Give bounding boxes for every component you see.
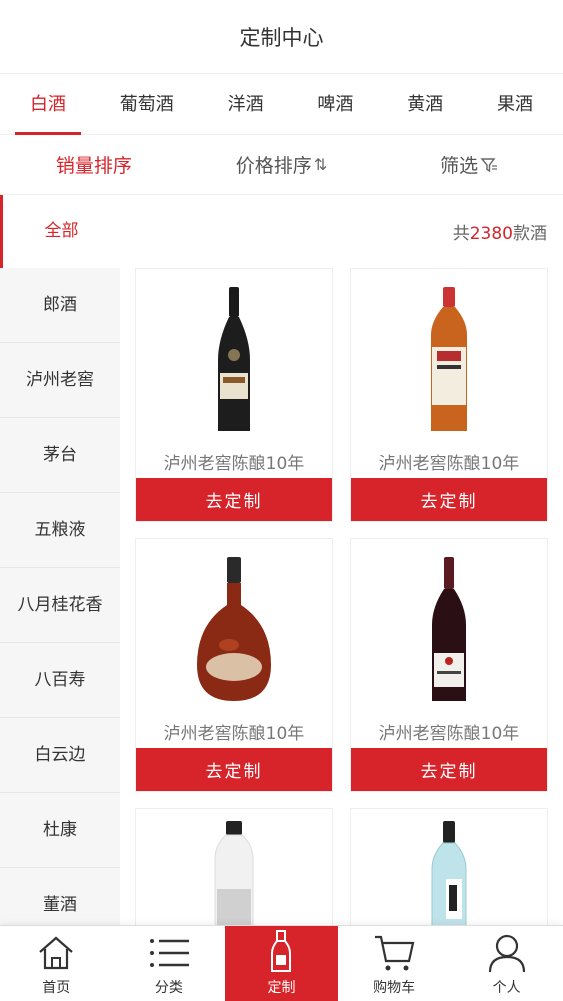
- sort-bar: 销量排序 价格排序 ⇅ 筛选: [0, 135, 563, 195]
- sidebar-item-baiyunbian[interactable]: 白云边: [0, 718, 120, 793]
- product-count: 共2380款酒: [453, 219, 563, 244]
- app-root: 定制中心 白酒 葡萄酒 洋酒 啤酒 黄酒 果酒 销量排序 价格排序 ⇅ 筛选 全…: [0, 0, 563, 1001]
- sort-sales-label: 销量排序: [55, 155, 132, 177]
- customize-button[interactable]: 去定制: [136, 748, 332, 791]
- product-image: [351, 539, 547, 709]
- tab-home[interactable]: 首页: [0, 926, 113, 1001]
- tab-cart[interactable]: 购物车: [338, 926, 451, 1001]
- sidebar-item-luzhou-laojiao[interactable]: 泸州老窖: [0, 343, 120, 418]
- user-icon: [488, 934, 525, 973]
- filter-button[interactable]: 筛选: [375, 151, 563, 178]
- sidebar-item-wuliangye[interactable]: 五粮液: [0, 493, 120, 568]
- list-icon: [149, 939, 189, 967]
- bottle-image: [218, 287, 250, 431]
- product-card[interactable]: [350, 808, 548, 938]
- tab-customize-label: 定制: [267, 980, 296, 996]
- tab-profile[interactable]: 个人: [450, 926, 563, 1001]
- tab-beer[interactable]: 啤酒: [317, 74, 353, 135]
- sort-by-price[interactable]: 价格排序 ⇅: [188, 151, 376, 178]
- tab-home-label: 首页: [42, 980, 71, 996]
- customize-button[interactable]: 去定制: [351, 478, 547, 521]
- category-tabs: 白酒 葡萄酒 洋酒 啤酒 黄酒 果酒: [0, 74, 563, 135]
- tab-huangjiu[interactable]: 黄酒: [407, 74, 443, 135]
- tab-baijiu[interactable]: 白酒: [15, 74, 81, 135]
- category-all[interactable]: 全部: [0, 195, 120, 268]
- product-name: 泸州老窖陈酿10年: [378, 454, 520, 474]
- summary-bar: 全部 共2380款酒: [0, 195, 563, 268]
- header: 定制中心: [0, 0, 563, 74]
- product-image: [136, 539, 332, 709]
- product-name: 泸州老窖陈酿10年: [163, 454, 305, 474]
- customize-button[interactable]: 去定制: [351, 748, 547, 791]
- sidebar-item-dukang[interactable]: 杜康: [0, 793, 120, 868]
- product-grid: 泸州老窖陈酿10年 去定制 泸州老窖陈酿10年 去定制 泸州老窖陈酿10年 去定…: [120, 268, 563, 938]
- filter-icon: [480, 157, 498, 172]
- bottle-image: [432, 557, 466, 701]
- product-image: [136, 269, 332, 439]
- bottle-image: [214, 821, 254, 937]
- count-prefix: 共: [452, 224, 470, 244]
- brand-sidebar: 郎酒 泸州老窖 茅台 五粮液 八月桂花香 八百寿 白云边 杜康 董酒: [0, 268, 120, 943]
- product-image: [351, 269, 547, 439]
- tab-category-label: 分类: [154, 980, 183, 996]
- product-card[interactable]: [135, 808, 333, 938]
- sidebar-item-langjiu[interactable]: 郎酒: [0, 268, 120, 343]
- count-suffix: 款酒: [513, 224, 547, 244]
- tab-profile-label: 个人: [492, 980, 521, 996]
- sidebar-item-bayue-guihua[interactable]: 八月桂花香: [0, 568, 120, 643]
- filter-label: 筛选: [440, 155, 479, 177]
- bottle-image: [197, 557, 271, 701]
- sidebar-item-maotai[interactable]: 茅台: [0, 418, 120, 493]
- home-icon: [39, 936, 74, 970]
- bottom-tabbar: 首页 分类 定制 购物车 个人: [0, 925, 563, 1001]
- bottle-image: [431, 287, 467, 431]
- product-card[interactable]: 泸州老窖陈酿10年 去定制: [350, 268, 548, 522]
- page-title: 定制中心: [239, 25, 324, 50]
- tab-wine[interactable]: 葡萄酒: [120, 74, 174, 135]
- tab-category[interactable]: 分类: [113, 926, 226, 1001]
- bottle-icon: [271, 930, 292, 972]
- bottle-image: [431, 821, 467, 937]
- count-number: 2380: [469, 224, 513, 244]
- product-card[interactable]: 泸州老窖陈酿10年 去定制: [350, 538, 548, 792]
- sort-by-sales[interactable]: 销量排序: [0, 151, 188, 178]
- product-image: [351, 809, 547, 937]
- customize-button[interactable]: 去定制: [136, 478, 332, 521]
- tab-fruit-wine[interactable]: 果酒: [497, 74, 533, 135]
- sort-order-icon: ⇅: [313, 155, 328, 174]
- cart-icon: [375, 935, 415, 971]
- product-image: [136, 809, 332, 937]
- tab-customize[interactable]: 定制: [225, 926, 338, 1001]
- product-card[interactable]: 泸州老窖陈酿10年 去定制: [135, 268, 333, 522]
- content-area: 郎酒 泸州老窖 茅台 五粮液 八月桂花香 八百寿 白云边 杜康 董酒 泸州老窖陈…: [0, 268, 563, 943]
- product-name: 泸州老窖陈酿10年: [378, 724, 520, 744]
- product-card[interactable]: 泸州老窖陈酿10年 去定制: [135, 538, 333, 792]
- tab-foreign-liquor[interactable]: 洋酒: [228, 74, 264, 135]
- product-name: 泸州老窖陈酿10年: [163, 724, 305, 744]
- sort-price-label: 价格排序: [235, 155, 312, 177]
- tab-cart-label: 购物车: [373, 980, 416, 996]
- sidebar-item-babaishou[interactable]: 八百寿: [0, 643, 120, 718]
